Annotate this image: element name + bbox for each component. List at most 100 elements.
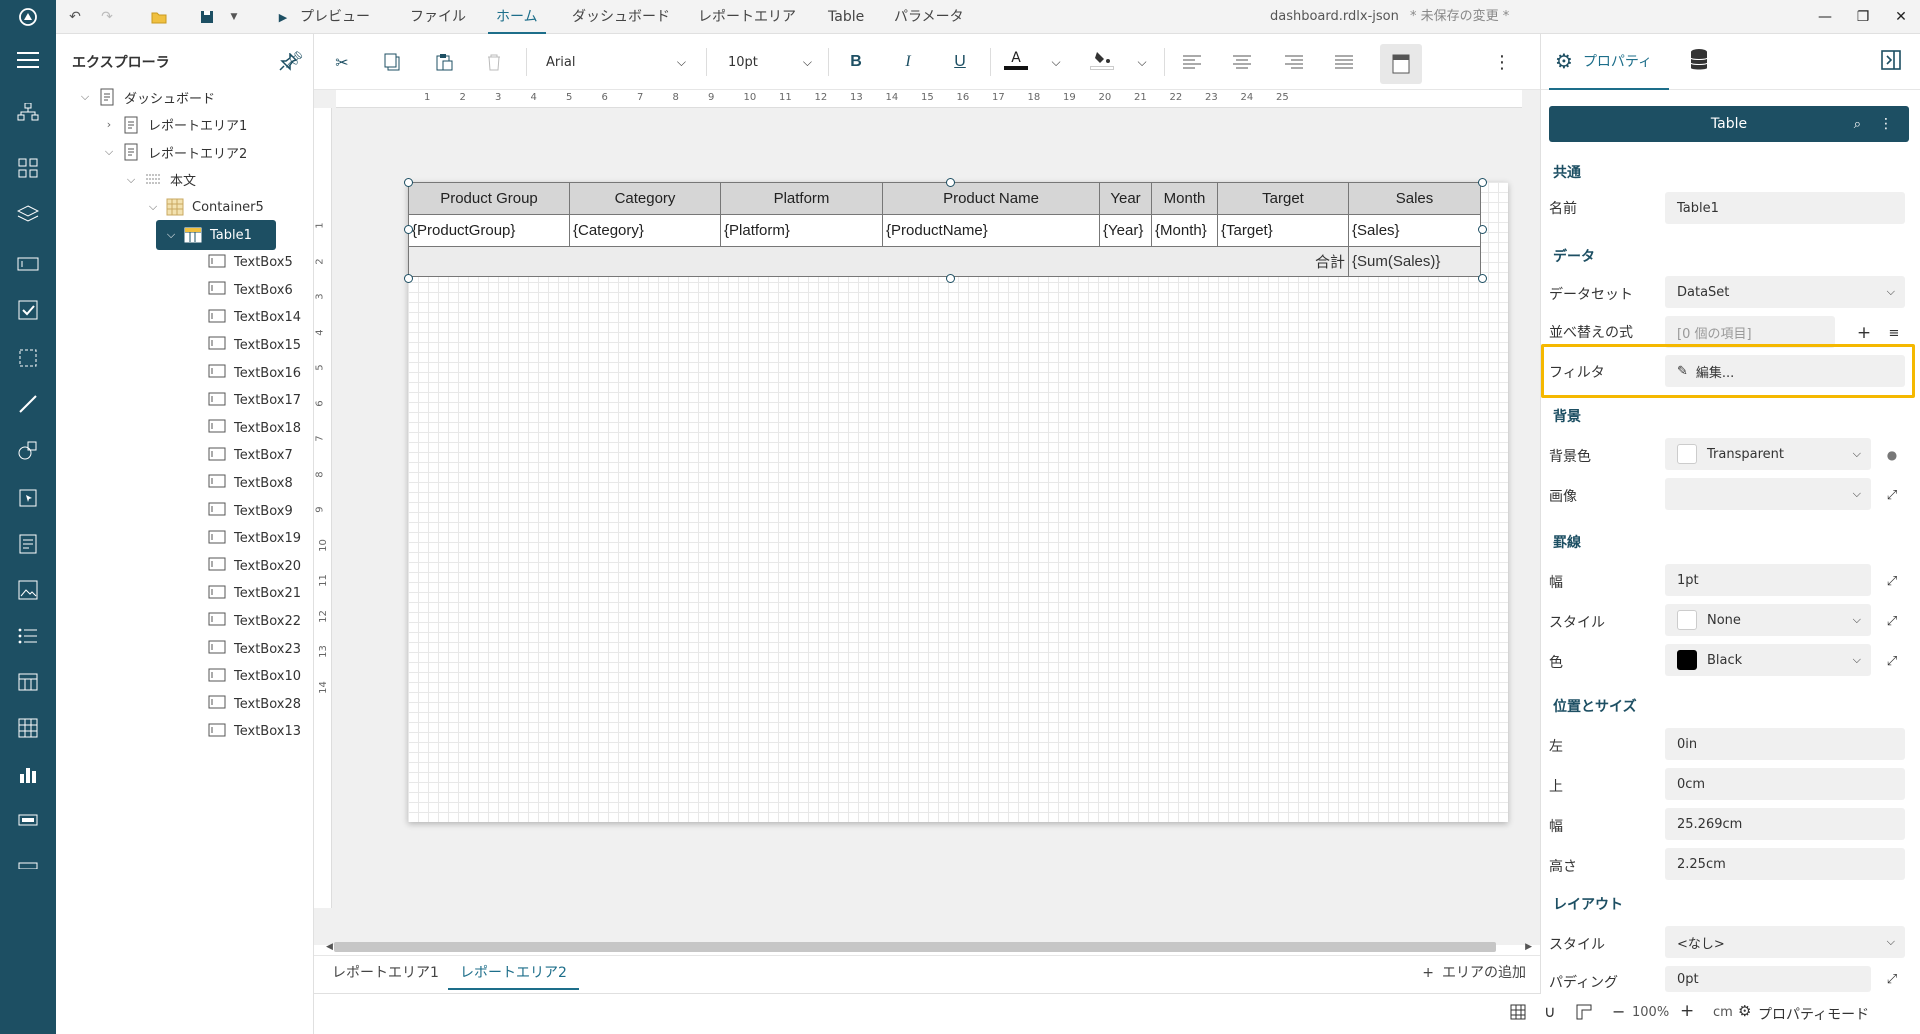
padding-field[interactable]: 0pt xyxy=(1665,966,1871,992)
layout-toggle-button[interactable] xyxy=(1380,44,1422,84)
save-dropdown-icon[interactable]: ▼ xyxy=(226,6,242,28)
tree-item[interactable]: › レポートエリア1 xyxy=(102,110,247,140)
table-detail-cell[interactable]: {Year} xyxy=(1099,214,1152,247)
tree-item[interactable]: TextBox17 xyxy=(188,386,301,416)
table-header-cell[interactable]: Product Name xyxy=(882,182,1100,215)
tablix-tool-icon[interactable] xyxy=(14,714,42,742)
chevron-icon[interactable]: › xyxy=(102,118,116,131)
name-field[interactable]: Table1 xyxy=(1665,192,1905,224)
table-detail-cell[interactable]: {Target} xyxy=(1217,214,1349,247)
line-tool-icon[interactable] xyxy=(14,390,42,418)
resize-handle[interactable] xyxy=(1478,225,1487,234)
zoom-level[interactable]: 100% xyxy=(1632,1005,1669,1020)
table-header-cell[interactable]: Product Group xyxy=(408,182,570,215)
scroll-right-icon[interactable]: ▶ xyxy=(1525,942,1532,952)
tree-item[interactable]: TextBox18 xyxy=(188,413,301,443)
expand-icon[interactable]: ⤢ xyxy=(1881,968,1903,990)
table-cell-total-value[interactable]: {Sum(Sales)} xyxy=(1348,246,1481,277)
table-header-cell[interactable]: Target xyxy=(1217,182,1349,215)
add-sort-button[interactable]: + xyxy=(1853,322,1875,344)
app-logo[interactable] xyxy=(0,0,56,34)
tree-item[interactable]: ⌵ Container5 xyxy=(146,192,264,222)
more-options-icon[interactable]: ⋮ xyxy=(1879,116,1893,132)
tree-item[interactable]: TextBox5 xyxy=(188,248,293,278)
tree-item[interactable]: TextBox8 xyxy=(188,468,293,498)
chevron-icon[interactable]: ⌵ xyxy=(164,228,178,242)
delete-icon[interactable] xyxy=(480,48,508,76)
tree-item[interactable]: TextBox28 xyxy=(188,689,301,719)
expand-icon[interactable]: ⤢ xyxy=(1881,570,1903,592)
menu-table[interactable]: Table xyxy=(820,0,872,34)
align-left-icon[interactable] xyxy=(1178,48,1206,76)
chevron-icon[interactable]: ⌵ xyxy=(102,145,116,159)
menu-report-area[interactable]: レポートエリア xyxy=(690,0,804,34)
resize-handle[interactable] xyxy=(946,178,955,187)
tree-item[interactable]: TextBox13 xyxy=(188,717,301,747)
tree-item[interactable]: TextBox16 xyxy=(188,358,301,388)
tab-report-area-1[interactable]: レポートエリア1 xyxy=(320,956,451,990)
tree-item[interactable]: TextBox7 xyxy=(188,441,293,471)
tree-item[interactable]: TextBox23 xyxy=(188,634,301,664)
menu-preview[interactable]: プレビュー xyxy=(292,0,378,34)
pin-toolbar-icon[interactable] xyxy=(274,48,302,76)
more-options-icon[interactable]: ⋮ xyxy=(1488,48,1516,76)
resize-handle[interactable] xyxy=(1478,178,1487,187)
redo-icon[interactable]: ↷ xyxy=(96,6,118,28)
font-family-select[interactable]: Arial ⌵ xyxy=(546,46,692,78)
tree-item[interactable]: TextBox15 xyxy=(188,330,301,360)
add-area-button[interactable]: + エリアの追加 xyxy=(1422,956,1526,990)
table-header-cell[interactable]: Sales xyxy=(1348,182,1481,215)
resize-handle[interactable] xyxy=(404,274,413,283)
undo-icon[interactable]: ↶ xyxy=(64,6,86,28)
tree-item[interactable]: TextBox22 xyxy=(188,606,301,636)
font-color-button[interactable]: A xyxy=(1002,46,1030,74)
dataset-select[interactable]: DataSet ⌵ xyxy=(1665,276,1905,308)
expand-icon[interactable]: ⤢ xyxy=(1881,610,1903,632)
chart-tool-icon[interactable] xyxy=(14,760,42,788)
chevron-icon[interactable]: ⌵ xyxy=(146,200,160,214)
table-cell-total-label[interactable]: 合計 xyxy=(408,246,1349,277)
zoom-out-button[interactable]: − xyxy=(1612,1002,1625,1021)
italic-button[interactable]: I xyxy=(894,48,922,76)
table-tool-icon[interactable] xyxy=(14,668,42,696)
image-tool-icon[interactable] xyxy=(14,576,42,604)
report-table[interactable]: Product Group Category Platform Product Nam… xyxy=(408,182,1481,277)
menu-parameters[interactable]: パラメータ xyxy=(886,0,972,34)
bgcolor-dot-icon[interactable]: ● xyxy=(1881,444,1903,466)
textbox-tool-icon[interactable] xyxy=(14,250,42,278)
list-tool-icon[interactable] xyxy=(14,622,42,650)
snap-magnet-icon[interactable]: ∪ xyxy=(1544,1002,1556,1021)
table-detail-cell[interactable]: {ProductGroup} xyxy=(408,214,570,247)
tab-report-area-2[interactable]: レポートエリア2 xyxy=(448,956,579,990)
save-icon[interactable] xyxy=(196,6,218,28)
checkbox-tool-icon[interactable] xyxy=(14,296,42,324)
barcode-tool-icon[interactable] xyxy=(14,806,42,834)
tree-item[interactable]: TextBox19 xyxy=(188,524,301,554)
menu-home[interactable]: ホーム xyxy=(488,0,546,34)
tree-item[interactable]: TextBox20 xyxy=(188,551,301,581)
align-right-icon[interactable] xyxy=(1280,48,1308,76)
chevron-down-icon[interactable]: ⌵ xyxy=(1042,48,1070,76)
top-field[interactable]: 0cm xyxy=(1665,768,1905,800)
tab-data-sources[interactable] xyxy=(1689,48,1709,76)
property-mode-toggle[interactable]: プロパティモード xyxy=(1758,1004,1869,1024)
left-field[interactable]: 0in xyxy=(1665,728,1905,760)
table-detail-cell[interactable]: {Platform} xyxy=(720,214,883,247)
underline-button[interactable]: U xyxy=(946,48,974,76)
border-width-field[interactable]: 1pt xyxy=(1665,564,1871,596)
bgcolor-select[interactable]: Transparent ⌵ xyxy=(1665,438,1871,470)
resize-handle[interactable] xyxy=(404,225,413,234)
sort-list-icon[interactable]: ≡ xyxy=(1883,322,1905,344)
collapse-panel-icon[interactable] xyxy=(1881,50,1901,74)
resize-handle[interactable] xyxy=(946,274,955,283)
expand-icon[interactable]: ⤢ xyxy=(1881,650,1903,672)
copy-icon[interactable] xyxy=(378,48,406,76)
table-detail-cell[interactable]: {Category} xyxy=(569,214,721,247)
menu-file[interactable]: ファイル xyxy=(402,0,474,34)
scrollbar-thumb[interactable] xyxy=(334,942,1496,952)
layers-icon[interactable] xyxy=(14,200,42,228)
fill-color-button[interactable] xyxy=(1088,46,1116,74)
tree-item[interactable]: ⌵ Table1 xyxy=(156,220,276,250)
tree-item[interactable]: ⌵ ダッシュボード xyxy=(78,82,215,112)
zoom-in-button[interactable]: + xyxy=(1680,1001,1694,1021)
